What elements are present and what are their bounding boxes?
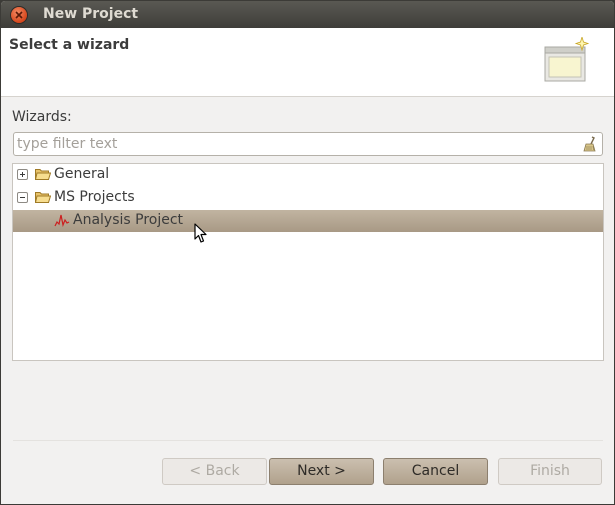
mouse-pointer-icon <box>194 223 207 243</box>
tree-item-analysis-project[interactable]: Analysis Project <box>13 210 603 232</box>
collapse-icon[interactable] <box>17 192 28 203</box>
wizards-label: Wizards: <box>12 109 72 125</box>
clear-filter-icon[interactable] <box>583 136 597 152</box>
tree-item-ms-projects[interactable]: MS Projects <box>13 187 603 209</box>
filter-field[interactable] <box>13 132 603 156</box>
folder-icon <box>35 169 51 180</box>
new-project-dialog: New Project Select a wizard Wizards: Gen… <box>0 0 615 505</box>
tree-item-label: MS Projects <box>54 189 135 205</box>
page-title: Select a wizard <box>9 37 130 53</box>
close-icon[interactable] <box>11 7 27 23</box>
button-bar-separator <box>13 440 603 441</box>
wizard-header: Select a wizard <box>1 28 614 97</box>
title-bar: New Project <box>1 1 614 28</box>
analysis-project-icon <box>54 214 70 227</box>
next-button[interactable]: Next > <box>269 458 374 485</box>
new-wizard-banner-icon <box>544 37 590 82</box>
wizard-tree[interactable]: General MS Projects Analysis Project <box>12 163 604 361</box>
back-button[interactable]: < Back <box>162 458 267 485</box>
filter-input[interactable] <box>17 135 577 153</box>
open-folder-icon <box>35 192 51 203</box>
expand-icon[interactable] <box>17 169 28 180</box>
finish-button[interactable]: Finish <box>498 458 602 485</box>
cancel-button[interactable]: Cancel <box>383 458 488 485</box>
tree-item-label: General <box>54 166 110 182</box>
window-title: New Project <box>43 6 139 22</box>
tree-item-label: Analysis Project <box>73 212 184 228</box>
tree-item-general[interactable]: General <box>13 164 603 186</box>
